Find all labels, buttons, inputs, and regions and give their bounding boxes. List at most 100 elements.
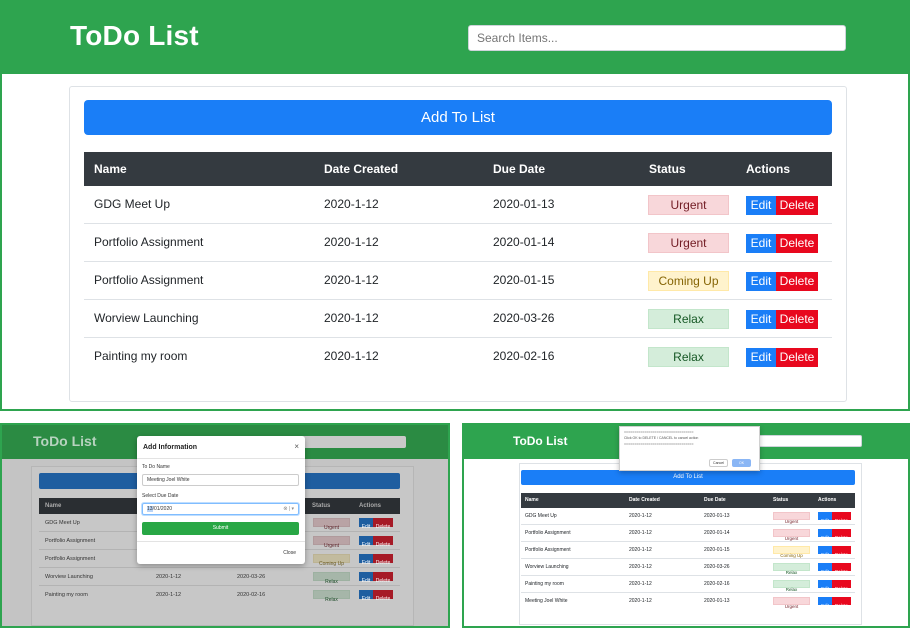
table-row: Painting my room 2020-1-12 2020-02-16 Re… <box>39 586 400 604</box>
delete-button[interactable]: Delete <box>373 572 393 584</box>
col-date-created: Date Created <box>324 162 399 176</box>
col-date-created: Date Created <box>629 497 660 503</box>
row-created: 2020-1-12 <box>629 547 652 553</box>
row-name: Painting my room <box>525 581 564 587</box>
row-due: 2020-01-13 <box>493 197 555 211</box>
search-input[interactable] <box>300 436 406 448</box>
edit-button[interactable]: Edit <box>818 529 832 540</box>
status-badge: Relax <box>648 347 729 367</box>
row-due: 2020-02-16 <box>704 581 730 587</box>
status-badge: Relax <box>313 590 350 603</box>
col-name: Name <box>94 162 127 176</box>
col-name: Name <box>525 497 539 503</box>
table-row: Portfolio Assignment 2020-1-12 2020-01-1… <box>521 542 855 559</box>
search-input[interactable] <box>756 435 862 447</box>
col-name: Name <box>45 503 62 509</box>
col-status: Status <box>649 162 686 176</box>
row-created: 2020-1-12 <box>629 513 652 519</box>
status-badge: Relax <box>648 309 729 329</box>
row-created: 2020-1-12 <box>324 197 379 211</box>
row-created: 2020-1-12 <box>324 273 379 287</box>
row-name: GDG Meet Up <box>525 513 557 519</box>
todo-name-field[interactable]: Meeting Joel White <box>142 474 299 486</box>
delete-button[interactable]: Delete <box>373 590 393 602</box>
table-row: Portfolio Assignment 2020-1-12 2020-01-1… <box>84 262 832 300</box>
delete-button[interactable]: Delete <box>832 580 851 591</box>
delete-button[interactable]: Delete <box>832 529 851 540</box>
table-row: Worview Launching 2020-1-12 2020-03-26 R… <box>521 559 855 576</box>
status-badge: Urgent <box>648 233 729 253</box>
status-badge: Urgent <box>773 529 810 541</box>
edit-button[interactable]: Edit <box>359 590 373 602</box>
delete-button[interactable]: Delete <box>373 554 393 566</box>
edit-button[interactable]: Edit <box>818 597 832 608</box>
delete-button[interactable]: Delete <box>832 563 851 574</box>
col-status: Status <box>312 503 331 509</box>
table-header: Name Date Created Due Date Status Action… <box>84 152 832 186</box>
edit-button[interactable]: Edit <box>359 518 373 530</box>
row-due: 2020-01-15 <box>704 547 730 553</box>
submit-button[interactable]: Submit <box>142 522 299 535</box>
due-date-field[interactable]: 13/01/2020 ⊗ | ▾ <box>142 503 299 515</box>
row-due: 2020-01-15 <box>493 273 555 287</box>
edit-button[interactable]: Edit <box>746 348 776 367</box>
table-row: Painting my room 2020-1-12 2020-02-16 Re… <box>521 576 855 593</box>
edit-button[interactable]: Edit <box>746 272 776 291</box>
delete-button[interactable]: Delete <box>832 546 851 557</box>
delete-button[interactable]: Delete <box>776 348 818 367</box>
row-created: 2020-1-12 <box>629 564 652 570</box>
ok-button[interactable]: OK <box>732 459 751 467</box>
edit-button[interactable]: Edit <box>818 512 832 523</box>
edit-button[interactable]: Edit <box>818 563 832 574</box>
main-screenshot-panel: ToDo List Add To List Name Date Created … <box>0 0 910 411</box>
row-created: 2020-1-12 <box>629 530 652 536</box>
row-due: 2020-03-26 <box>237 574 266 580</box>
row-created: 2020-1-12 <box>629 598 652 604</box>
status-badge: Urgent <box>773 512 810 524</box>
edit-button[interactable]: Edit <box>359 536 373 548</box>
table-row: Painting my room 2020-1-12 2020-02-16 Re… <box>84 338 832 376</box>
cancel-button[interactable]: Cancel <box>709 459 728 467</box>
modal-title: Add Information <box>143 444 198 451</box>
table-row: GDG Meet Up 2020-1-12 2020-01-13 Urgent … <box>84 186 832 224</box>
close-button[interactable]: Close <box>283 550 296 556</box>
delete-button[interactable]: Delete <box>776 272 818 291</box>
row-due: 2020-01-13 <box>704 513 730 519</box>
search-input[interactable] <box>468 25 846 51</box>
table-row: Worview Launching 2020-1-12 2020-03-26 R… <box>39 568 400 586</box>
row-created: 2020-1-12 <box>629 581 652 587</box>
edit-button[interactable]: Edit <box>746 310 776 329</box>
edit-button[interactable]: Edit <box>359 572 373 584</box>
row-name: Portfolio Assignment <box>525 530 571 536</box>
app-title: ToDo List <box>33 433 97 449</box>
delete-button[interactable]: Delete <box>373 536 393 548</box>
status-badge: Urgent <box>773 597 810 609</box>
delete-button[interactable]: Delete <box>776 196 818 215</box>
delete-button[interactable]: Delete <box>832 597 851 608</box>
col-due-date: Due Date <box>704 497 726 503</box>
row-name: Portfolio Assignment <box>45 538 96 544</box>
row-due: 2020-02-16 <box>493 349 555 363</box>
status-badge: Coming Up <box>313 554 350 567</box>
status-badge: Relax <box>773 563 810 575</box>
edit-button[interactable]: Edit <box>818 546 832 557</box>
edit-button[interactable]: Edit <box>746 234 776 253</box>
modal-divider <box>137 541 305 542</box>
delete-button[interactable]: Delete <box>832 512 851 523</box>
close-icon[interactable]: × <box>294 442 299 451</box>
col-actions: Actions <box>746 162 791 176</box>
delete-button[interactable]: Delete <box>776 310 818 329</box>
chevron-down-icon[interactable]: ⊗ | ▾ <box>283 504 294 515</box>
delete-button[interactable]: Delete <box>776 234 818 253</box>
app-title: ToDo List <box>70 20 199 51</box>
row-due: 2020-01-13 <box>704 598 730 604</box>
col-due-date: Due Date <box>493 162 546 176</box>
edit-button[interactable]: Edit <box>746 196 776 215</box>
edit-button[interactable]: Edit <box>359 554 373 566</box>
row-created: 2020-1-12 <box>156 592 182 598</box>
edit-button[interactable]: Edit <box>818 580 832 591</box>
add-to-list-button[interactable]: Add To List <box>84 100 832 135</box>
status-badge: Relax <box>313 572 350 585</box>
delete-button[interactable]: Delete <box>373 518 393 530</box>
add-to-list-button[interactable]: Add To List <box>521 470 855 485</box>
